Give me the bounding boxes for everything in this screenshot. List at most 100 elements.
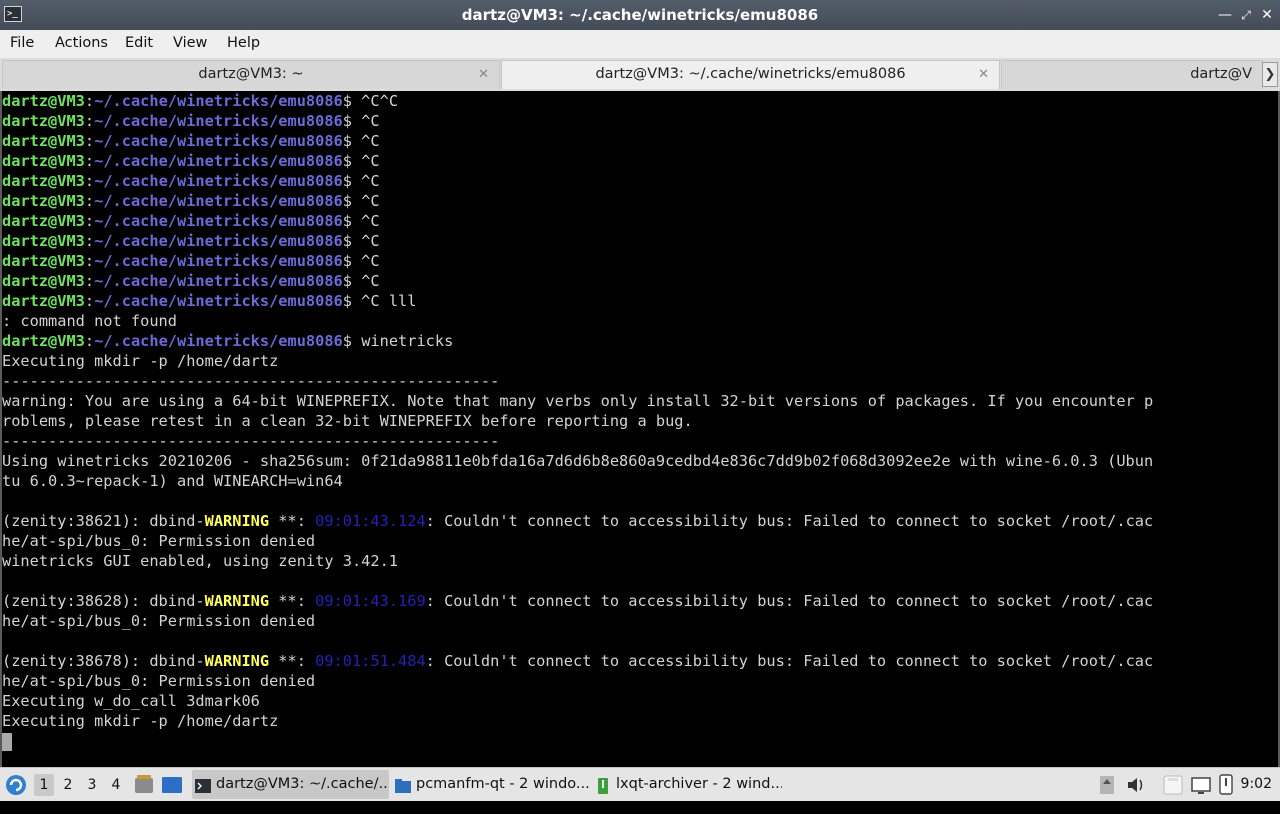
cursor-line xyxy=(2,731,1278,751)
task-terminal[interactable]: dartz@VM3: ~/.cache/... xyxy=(192,770,389,799)
prompt-colon: : xyxy=(84,92,95,110)
prompt-colon: : xyxy=(84,252,95,270)
menu-file[interactable]: File xyxy=(10,30,34,56)
warning-sep: **: xyxy=(269,512,316,530)
prompt-line: dartz@VM3:~/.cache/winetricks/emu8086$ ^… xyxy=(2,91,1278,111)
menu-actions[interactable]: Actions xyxy=(55,30,108,56)
prompt-user: dartz@VM3 xyxy=(2,172,85,190)
prompt-dollar: $ xyxy=(342,92,352,110)
workspace-4[interactable]: 4 xyxy=(106,774,126,796)
warning-message: : Couldn't connect to accessibility bus:… xyxy=(425,512,1154,530)
prompt-dollar: $ xyxy=(342,332,352,350)
terminal-icon xyxy=(195,776,211,793)
prompt-user: dartz@VM3 xyxy=(2,192,85,210)
prompt-path: ~/.cache/winetricks/emu8086 xyxy=(94,192,343,210)
prompt-command: ^C lll xyxy=(352,292,417,310)
start-menu-icon[interactable] xyxy=(4,768,28,801)
file-manager-launcher-icon[interactable] xyxy=(134,768,154,801)
tab-bar: dartz@VM3: ~ ✕ dartz@VM3: ~/.cache/winet… xyxy=(0,58,1280,92)
task-label: pcmanfm-qt - 2 windo... xyxy=(416,776,589,792)
prompt-line: dartz@VM3:~/.cache/winetricks/emu8086$ ^… xyxy=(2,171,1278,191)
task-pcmanfm[interactable]: pcmanfm-qt - 2 windo... xyxy=(392,770,589,799)
prompt-user: dartz@VM3 xyxy=(2,92,85,110)
prompt-path: ~/.cache/winetricks/emu8086 xyxy=(94,92,343,110)
prompt-path: ~/.cache/winetricks/emu8086 xyxy=(94,132,343,150)
tab-third[interactable]: dartz@V xyxy=(1001,60,1263,89)
close-icon[interactable]: ✕ xyxy=(1257,5,1277,25)
tab-scroll-right-icon[interactable]: ❯ xyxy=(1262,62,1278,87)
prompt-command: ^C xyxy=(352,272,380,290)
warning-line: (zenity:38621): dbind-WARNING **: 09:01:… xyxy=(2,511,1278,531)
window-title: dartz@VM3: ~/.cache/winetricks/emu8086 xyxy=(461,6,819,24)
warning-message: : Couldn't connect to accessibility bus:… xyxy=(425,652,1154,670)
prompt-colon: : xyxy=(84,152,95,170)
tab-label: dartz@V xyxy=(1190,66,1252,82)
volume-icon[interactable] xyxy=(1126,768,1146,801)
prompt-line: dartz@VM3:~/.cache/winetricks/emu8086$ ^… xyxy=(2,191,1278,211)
terminal-output[interactable]: dartz@VM3:~/.cache/winetricks/emu8086$ ^… xyxy=(0,91,1280,767)
window-titlebar[interactable]: >_ dartz@VM3: ~/.cache/winetricks/emu808… xyxy=(0,0,1280,30)
prompt-user: dartz@VM3 xyxy=(2,292,85,310)
close-tab-icon[interactable]: ✕ xyxy=(978,61,989,88)
archive-icon xyxy=(595,776,611,794)
task-archiver[interactable]: lxqt-archiver - 2 wind... xyxy=(592,770,782,799)
task-label: dartz@VM3: ~/.cache/... xyxy=(216,776,389,792)
tab-emu8086[interactable]: dartz@VM3: ~/.cache/winetricks/emu8086 ✕ xyxy=(501,60,1000,89)
task-label: lxqt-archiver - 2 wind... xyxy=(616,776,782,792)
prompt-colon: : xyxy=(84,212,95,230)
prompt-path: ~/.cache/winetricks/emu8086 xyxy=(94,292,343,310)
warning-line: (zenity:38678): dbind-WARNING **: 09:01:… xyxy=(2,651,1278,671)
close-tab-icon[interactable]: ✕ xyxy=(478,61,489,88)
prompt-line: dartz@VM3:~/.cache/winetricks/emu8086$ ^… xyxy=(2,231,1278,251)
prompt-colon: : xyxy=(84,112,95,130)
warning-label: WARNING xyxy=(204,592,270,610)
prompt-dollar: $ xyxy=(342,272,352,290)
minimize-icon[interactable]: — xyxy=(1215,5,1235,25)
display-icon[interactable] xyxy=(1190,768,1212,801)
prompt-line: dartz@VM3:~/.cache/winetricks/emu8086$ ^… xyxy=(2,211,1278,231)
menu-help[interactable]: Help xyxy=(227,30,260,56)
clipboard-icon[interactable] xyxy=(1162,768,1184,801)
workspace-2[interactable]: 2 xyxy=(58,774,78,796)
prompt-line: dartz@VM3:~/.cache/winetricks/emu8086$ ^… xyxy=(2,131,1278,151)
warning-label: WARNING xyxy=(204,512,270,530)
prompt-colon: : xyxy=(84,192,95,210)
warning-message: : Couldn't connect to accessibility bus:… xyxy=(425,592,1154,610)
show-desktop-icon[interactable] xyxy=(161,768,183,801)
terminal-cursor xyxy=(2,732,12,751)
maximize-icon[interactable]: ⤢ xyxy=(1236,5,1256,25)
menu-edit[interactable]: Edit xyxy=(125,30,153,56)
prompt-dollar: $ xyxy=(342,172,352,190)
prompt-line: dartz@VM3:~/.cache/winetricks/emu8086$ ^… xyxy=(2,111,1278,131)
prompt-dollar: $ xyxy=(342,192,352,210)
clock[interactable]: 9:02 xyxy=(1241,768,1272,801)
prompt-line: dartz@VM3:~/.cache/winetricks/emu8086$ ^… xyxy=(2,151,1278,171)
tab-home[interactable]: dartz@VM3: ~ ✕ xyxy=(2,60,500,89)
prompt-path: ~/.cache/winetricks/emu8086 xyxy=(94,172,343,190)
prompt-user: dartz@VM3 xyxy=(2,332,85,350)
menu-view[interactable]: View xyxy=(173,30,207,56)
prompt-command: ^C^C xyxy=(352,92,399,110)
output-line: ----------------------------------------… xyxy=(2,372,500,390)
prompt-user: dartz@VM3 xyxy=(2,232,85,250)
workspace-3[interactable]: 3 xyxy=(82,774,102,796)
prompt-command: winetricks xyxy=(352,332,454,350)
workspace-1[interactable]: 1 xyxy=(34,774,54,796)
warning-label: WARNING xyxy=(204,652,270,670)
notification-icon[interactable] xyxy=(1217,768,1235,801)
prompt-path: ~/.cache/winetricks/emu8086 xyxy=(94,332,343,350)
output-line: Executing mkdir -p /home/dartz xyxy=(2,352,279,370)
warning-timestamp: 09:01:43.169 xyxy=(315,592,426,610)
warning-sep: **: xyxy=(269,652,316,670)
prompt-dollar: $ xyxy=(342,132,352,150)
folder-icon xyxy=(395,776,411,793)
warning-timestamp: 09:01:43.124 xyxy=(315,512,426,530)
prompt-colon: : xyxy=(84,292,95,310)
prompt-colon: : xyxy=(84,232,95,250)
output-line: he/at-spi/bus_0: Permission denied xyxy=(2,612,316,630)
prompt-user: dartz@VM3 xyxy=(2,152,85,170)
prompt-line: dartz@VM3:~/.cache/winetricks/emu8086$ ^… xyxy=(2,291,1278,311)
eject-icon[interactable] xyxy=(1098,768,1116,801)
prompt-colon: : xyxy=(84,132,95,150)
